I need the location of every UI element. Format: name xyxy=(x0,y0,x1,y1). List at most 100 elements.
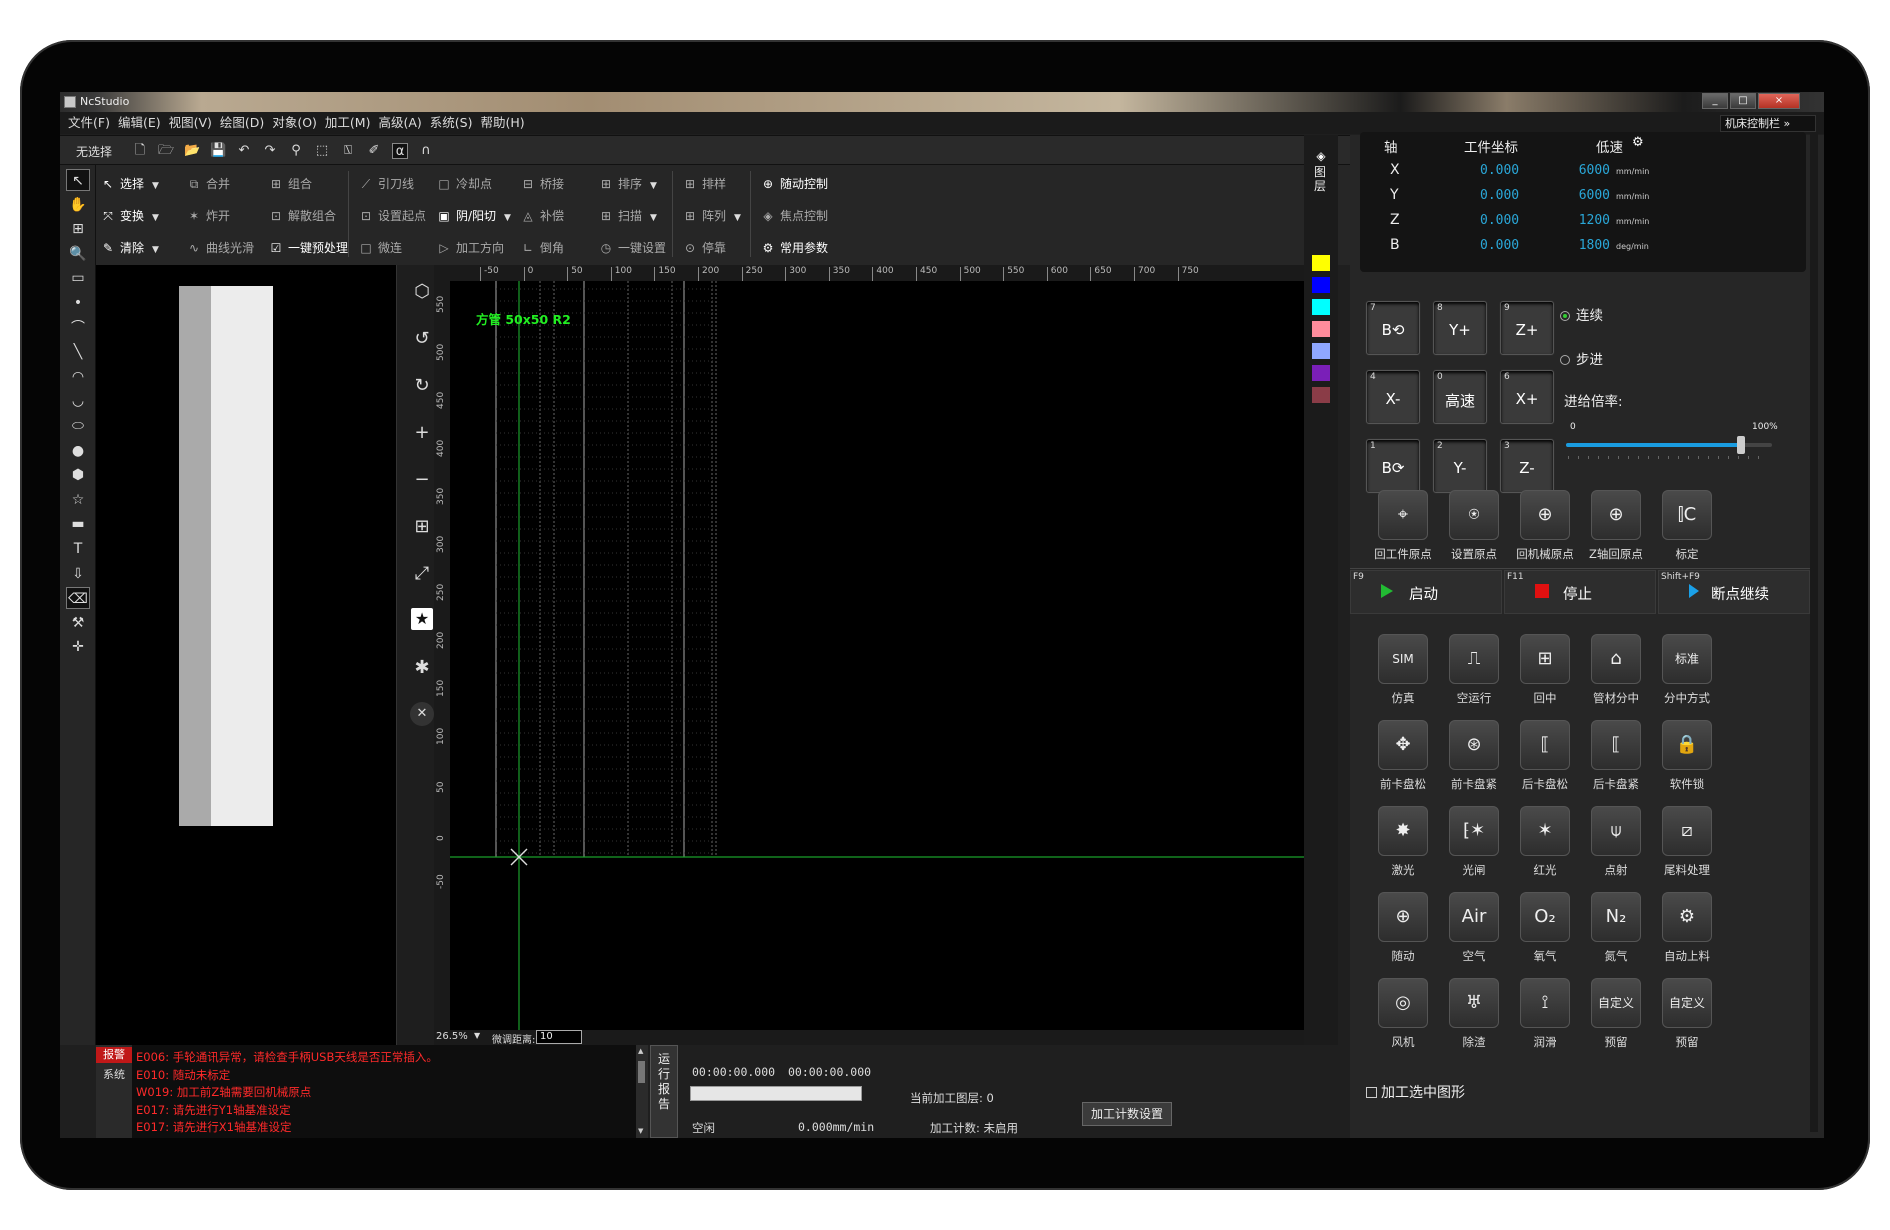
pen-icon[interactable]: ✐ xyxy=(366,143,382,159)
star-box-icon[interactable]: ★ xyxy=(411,608,433,630)
open-icon[interactable]: 📂 xyxy=(184,143,200,159)
minus-icon[interactable]: − xyxy=(409,467,435,493)
ribbon-col4-2[interactable]: □ 微连 xyxy=(358,241,402,255)
arc2-icon[interactable]: ◡ xyxy=(66,390,90,412)
ribbon-col7-0[interactable]: ⊞ 排序 ▼ xyxy=(598,177,657,193)
eraser-icon[interactable]: ⌫ xyxy=(66,587,90,610)
ribbon-col2-1[interactable]: ✶ 炸开 xyxy=(186,209,230,223)
omega-icon[interactable]: ∩ xyxy=(418,143,434,159)
close-button[interactable]: × xyxy=(1758,93,1800,109)
jog-button-Y-[interactable]: 2 Y- xyxy=(1433,439,1487,493)
function-button-软件锁[interactable]: 🔒 xyxy=(1662,720,1712,770)
zoom-icon[interactable]: 🔍 xyxy=(66,243,90,265)
ellipse-icon[interactable]: ⬭ xyxy=(66,415,90,437)
origin-button-0[interactable]: ⌖ xyxy=(1378,490,1428,540)
layer-color-swatch[interactable] xyxy=(1312,255,1330,271)
ribbon-col4-0[interactable]: ⟋ 引刀线 xyxy=(358,177,414,191)
function-button-预留[interactable]: 自定义 xyxy=(1662,978,1712,1028)
function-button-自动上料[interactable]: ⚙ xyxy=(1662,892,1712,942)
ribbon-col1-0[interactable]: ↖ 选择 ▼ xyxy=(100,177,159,193)
function-button-红光[interactable]: ✶ xyxy=(1520,806,1570,856)
layer-color-swatch[interactable] xyxy=(1312,299,1330,315)
origin-button-3[interactable]: ⊕ xyxy=(1591,490,1641,540)
rotate-ccw-icon[interactable]: ↺ xyxy=(409,326,435,352)
star-icon[interactable]: ☆ xyxy=(66,489,90,511)
minimize-button[interactable]: _ xyxy=(1702,93,1728,109)
ribbon-col8-0[interactable]: ⊞ 排样 xyxy=(682,177,726,191)
speed-settings-icon[interactable]: ⚙ xyxy=(1632,135,1644,150)
jog-button-Y+[interactable]: 8 Y+ xyxy=(1433,301,1487,355)
close-circle-icon[interactable]: ✕ xyxy=(410,702,434,726)
function-button-光闸[interactable]: ⁅✶ xyxy=(1449,806,1499,856)
ruler-icon[interactable]: ▭ xyxy=(66,267,90,289)
function-button-激光[interactable]: ✸ xyxy=(1378,806,1428,856)
chevron-down-icon[interactable]: ▼ xyxy=(734,213,741,223)
tab-system[interactable]: 系统 xyxy=(96,1067,132,1083)
ribbon-col3-0[interactable]: ⊞ 组合 xyxy=(268,177,312,191)
menu-2[interactable]: 视图(V) xyxy=(169,112,212,134)
jog-button-Z-[interactable]: 3 Z- xyxy=(1500,439,1554,493)
continuous-radio[interactable]: 连续 xyxy=(1560,304,1603,324)
menu-0[interactable]: 文件(F) xyxy=(68,112,110,134)
point-icon[interactable]: • xyxy=(66,292,90,314)
ribbon-col3-2[interactable]: ☑ 一键预处理 xyxy=(268,241,348,255)
function-button-后卡盘松[interactable]: ⟦ xyxy=(1520,720,1570,770)
menu-4[interactable]: 对象(O) xyxy=(272,112,317,134)
new-file-icon[interactable]: 🗋 xyxy=(132,143,148,159)
scroll-up-icon[interactable]: ▲ xyxy=(638,1047,643,1055)
measure-icon[interactable]: ⍂ xyxy=(340,143,356,159)
checkbox-box[interactable] xyxy=(1366,1087,1377,1098)
jog-button-X-[interactable]: 4 X- xyxy=(1366,370,1420,424)
chevron-down-icon[interactable]: ▼ xyxy=(504,213,511,223)
function-button-仿真[interactable]: SIM xyxy=(1378,634,1428,684)
maximize-button[interactable]: □ xyxy=(1730,93,1756,109)
hand-icon[interactable]: ✋ xyxy=(66,194,90,216)
function-button-润滑[interactable]: ⟟ xyxy=(1520,978,1570,1028)
layers-icon[interactable]: ◈ xyxy=(1312,149,1330,163)
function-button-后卡盘紧[interactable]: ⟦ xyxy=(1591,720,1641,770)
ribbon-col3-1[interactable]: ⊡ 解散组合 xyxy=(268,209,336,223)
menu-1[interactable]: 编辑(E) xyxy=(118,112,161,134)
save-icon[interactable]: 💾 xyxy=(210,143,226,159)
jog-button-高速[interactable]: 0 高速 xyxy=(1433,370,1487,424)
circle-icon[interactable]: ● xyxy=(66,440,90,462)
run-button-1[interactable]: F11 停止 xyxy=(1504,570,1656,614)
jog-button-B⟲[interactable]: 7 B⟲ xyxy=(1366,301,1420,355)
function-button-氮气[interactable]: N₂ xyxy=(1591,892,1641,942)
function-button-分中方式[interactable]: 标准 xyxy=(1662,634,1712,684)
fine-adjust-input[interactable]: 10 xyxy=(536,1030,582,1044)
ribbon-col4-1[interactable]: ⊡ 设置起点 xyxy=(358,209,426,223)
run-report-tab[interactable]: 运行报告 xyxy=(650,1045,678,1138)
ribbon-col5-2[interactable]: ▷ 加工方向 xyxy=(436,241,504,255)
rectangle-icon[interactable]: ▬ xyxy=(66,513,90,535)
menu-7[interactable]: 系统(S) xyxy=(430,112,473,134)
ribbon-col7-2[interactable]: ◷ 一键设置 xyxy=(598,241,666,255)
plus-icon[interactable]: + xyxy=(409,420,435,446)
ribbon-col1-1[interactable]: ⤧ 变换 ▼ xyxy=(100,209,159,225)
ribbon-col1-2[interactable]: ✎ 清除 ▼ xyxy=(100,241,159,257)
menu-5[interactable]: 加工(M) xyxy=(325,112,371,134)
chevron-down-icon[interactable]: ▼ xyxy=(152,245,159,255)
rotate-cw-icon[interactable]: ↻ xyxy=(409,373,435,399)
origin-button-2[interactable]: ⊕ xyxy=(1520,490,1570,540)
line-icon[interactable]: ╲ xyxy=(66,341,90,363)
ribbon-col2-0[interactable]: ⧉ 合并 xyxy=(186,177,230,191)
layer-color-swatch[interactable] xyxy=(1312,387,1330,403)
funnel-icon[interactable]: ⚲ xyxy=(288,143,304,159)
ribbon-col6-0[interactable]: ⊟ 桥接 xyxy=(520,177,564,191)
layer-color-swatch[interactable] xyxy=(1312,321,1330,337)
function-button-管材分中[interactable]: ⌂ xyxy=(1591,634,1641,684)
arc-icon[interactable]: ◠ xyxy=(66,366,90,388)
chevron-down-icon[interactable]: ▼ xyxy=(152,213,159,223)
log-scrollbar[interactable]: ▲ ▼ xyxy=(636,1045,648,1138)
jog-button-X+[interactable]: 6 X+ xyxy=(1500,370,1554,424)
ribbon-col5-1[interactable]: ▣ 阴/阳切 ▼ xyxy=(436,209,511,225)
ribbon-col6-2[interactable]: ∟ 倒角 xyxy=(520,241,564,255)
right-scrollbar[interactable] xyxy=(1810,132,1818,1132)
undo-icon[interactable]: ↶ xyxy=(236,143,252,159)
ribbon-col9-0[interactable]: ⊕ 随动控制 xyxy=(760,177,828,191)
origin-button-4[interactable]: ⫿C xyxy=(1662,490,1712,540)
run-button-0[interactable]: F9 启动 xyxy=(1350,570,1502,614)
function-button-随动[interactable]: ⊕ xyxy=(1378,892,1428,942)
scroll-thumb[interactable] xyxy=(638,1061,645,1083)
